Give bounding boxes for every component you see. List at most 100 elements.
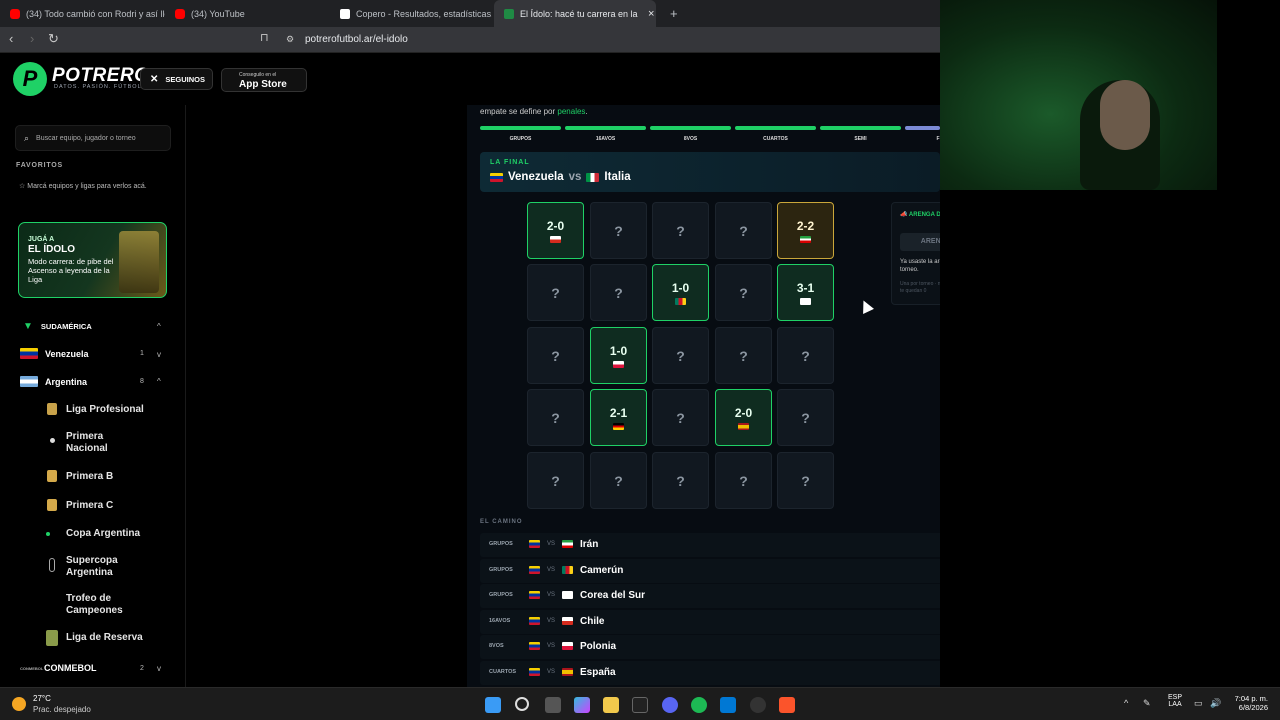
discord-icon[interactable] — [662, 697, 678, 713]
grid-cell[interactable]: ? — [777, 452, 834, 509]
sidebar-item-supercopa-argentina[interactable]: Supercopa Argentina — [66, 555, 146, 579]
grid-cell[interactable]: 1-0 — [590, 327, 647, 384]
weather-desc[interactable]: Prac. despejado — [33, 705, 91, 714]
grid-cell[interactable]: ? — [777, 389, 834, 446]
spotify-icon[interactable] — [691, 697, 707, 713]
path-row[interactable]: 8VOSVSPolonia1-0 — [480, 635, 980, 660]
forward-icon[interactable]: › — [30, 31, 34, 46]
language-indicator[interactable]: ESP LAA — [1168, 694, 1182, 708]
site-info-icon[interactable]: ⚙ — [286, 34, 294, 45]
grid-cell[interactable]: ? — [715, 452, 772, 509]
browser-tab-1[interactable]: (34) Todo cambió con Rodri y así lleg — [0, 0, 165, 27]
app-icon[interactable] — [632, 697, 648, 713]
grid-cell[interactable]: ? — [527, 452, 584, 509]
grid-cell[interactable]: ? — [715, 202, 772, 259]
grid-cell[interactable]: ? — [652, 452, 709, 509]
steam-icon[interactable] — [750, 697, 766, 713]
path-flags: VS — [529, 668, 574, 676]
browser-tab-2[interactable]: (34) YouTube — [165, 0, 330, 27]
webcam-feed — [940, 0, 1217, 190]
sidebar-item-conmebol[interactable]: CONMEBOL CONMEBOL — [20, 663, 97, 673]
sidebar-item-trofeo-de-campeones[interactable]: Trofeo de Campeones — [66, 593, 146, 617]
grid-cell[interactable]: ? — [777, 327, 834, 384]
grid-cell[interactable]: 2-0 — [715, 389, 772, 446]
search-icon[interactable] — [515, 697, 529, 711]
grid-cell[interactable]: ? — [715, 264, 772, 321]
grid-cell[interactable]: ? — [527, 389, 584, 446]
grid-cell[interactable]: ? — [527, 264, 584, 321]
grid-cell-value: ? — [676, 409, 685, 426]
close-tab-icon[interactable]: × — [648, 8, 654, 20]
path-row[interactable]: GRUPOSVSCorea del Sur3-1 — [480, 584, 980, 609]
path-row[interactable]: GRUPOSVSCamerún1-0 — [480, 558, 980, 583]
grid-cell[interactable]: ? — [652, 202, 709, 259]
browser-tab-active[interactable]: El Ídolo: hacé tu carrera en la Lig × — [494, 0, 656, 27]
region-sudamerica[interactable]: ▼ SUDAMÉRICA — [23, 321, 92, 332]
grid-cell[interactable]: 1-0 — [652, 264, 709, 321]
reload-icon[interactable]: ↻ — [48, 31, 59, 47]
back-icon[interactable]: ‹ — [9, 31, 13, 46]
grid-cell-value: ? — [551, 472, 560, 489]
chevron-down-icon[interactable]: v — [157, 350, 161, 359]
chevron-down-icon[interactable]: v — [157, 664, 161, 673]
primera-b-icon — [47, 470, 57, 482]
path-phase: GRUPOS — [489, 566, 513, 573]
path-flags: VS — [529, 540, 574, 548]
potrero-icon — [504, 8, 514, 19]
grid-cell[interactable]: 2-1 — [590, 389, 647, 446]
search-input[interactable]: ⌕ Buscar equipo, jugador o torneo — [15, 125, 171, 151]
venezuela-flag-icon — [490, 172, 503, 182]
streamer-face — [1100, 80, 1150, 150]
sidebar-item-liga-profesional[interactable]: Liga Profesional — [66, 404, 144, 416]
chevron-up-icon[interactable]: ^ — [157, 322, 161, 331]
grid-cell[interactable]: ? — [527, 327, 584, 384]
store-icon[interactable] — [720, 697, 736, 713]
region-pin-icon: ▼ — [23, 321, 33, 332]
sidebar-item-primera-nacional[interactable]: Primera Nacional — [66, 431, 146, 455]
sidebar-item-argentina[interactable]: Argentina — [20, 376, 87, 387]
grid-cell[interactable]: ? — [590, 202, 647, 259]
grid-cell-value: ? — [801, 472, 810, 489]
sidebar-item-primera-b[interactable]: Primera B — [66, 471, 113, 483]
weather-icon[interactable] — [12, 697, 26, 711]
grid-cell[interactable]: 2-2 — [777, 202, 834, 259]
display-icon[interactable]: ▭ — [1194, 698, 1203, 709]
grid-cell[interactable]: ? — [715, 327, 772, 384]
browser-tab-3[interactable]: Copero - Resultados, estadísticas, an — [330, 0, 492, 27]
windows-start-icon[interactable] — [485, 697, 501, 713]
grid-cell[interactable]: 2-0 — [527, 202, 584, 259]
path-row[interactable]: 16AVOSVSChile2-0 — [480, 609, 980, 634]
grid-cell[interactable]: ? — [652, 389, 709, 446]
sidebar-item-copa-argentina[interactable]: Copa Argentina — [66, 528, 140, 540]
url-field[interactable]: potrerofutbol.ar/el-idolo — [305, 34, 408, 45]
sidebar-item-venezuela[interactable]: Venezuela — [20, 348, 89, 359]
app-store-button[interactable]: Conseguilo en el App Store — [221, 68, 307, 92]
vs-label: VS — [547, 566, 556, 573]
sidebar-item-liga-de-reserva[interactable]: Liga de Reserva — [66, 632, 143, 644]
grid-cell[interactable]: ? — [652, 327, 709, 384]
sidebar-item-primera-c[interactable]: Primera C — [66, 500, 113, 512]
grid-cell[interactable]: ? — [590, 264, 647, 321]
copilot-icon[interactable] — [574, 697, 590, 713]
task-view-icon[interactable] — [545, 697, 561, 713]
clock[interactable]: 7:04 p. m. 6/8/2026 — [1228, 694, 1268, 712]
new-tab-icon[interactable]: + — [660, 0, 678, 27]
pen-icon[interactable]: ✎ — [1143, 698, 1151, 709]
follow-button[interactable]: ✕ SEGUINOS — [140, 68, 213, 90]
path-row[interactable]: CUARTOSVSEspaña2-0 — [480, 661, 980, 685]
potrero-logo-icon[interactable]: P — [13, 62, 47, 96]
weather-temp[interactable]: 27°C — [33, 694, 51, 703]
bookmark-icon[interactable]: ⊓ — [260, 31, 269, 44]
grid-cell[interactable]: ? — [590, 452, 647, 509]
file-explorer-icon[interactable] — [603, 697, 619, 713]
penales-link[interactable]: penales — [557, 107, 585, 116]
grid-cell-value: 1-0 — [609, 343, 628, 358]
chevron-up-icon[interactable]: ^ — [157, 377, 161, 386]
volume-icon[interactable]: 🔊 — [1210, 698, 1221, 709]
brave-icon[interactable] — [779, 697, 795, 713]
tray-chevron-icon[interactable]: ^ — [1124, 698, 1128, 708]
el-idolo-promo-card[interactable]: JUGÁ A EL ÍDOLO Modo carrera: de pibe de… — [18, 222, 167, 298]
final-card: LA FINAL Venezuela vs Italia — [480, 152, 940, 192]
grid-cell[interactable]: 3-1 — [777, 264, 834, 321]
path-row[interactable]: GRUPOSVSIrán2-2 — [480, 533, 980, 557]
